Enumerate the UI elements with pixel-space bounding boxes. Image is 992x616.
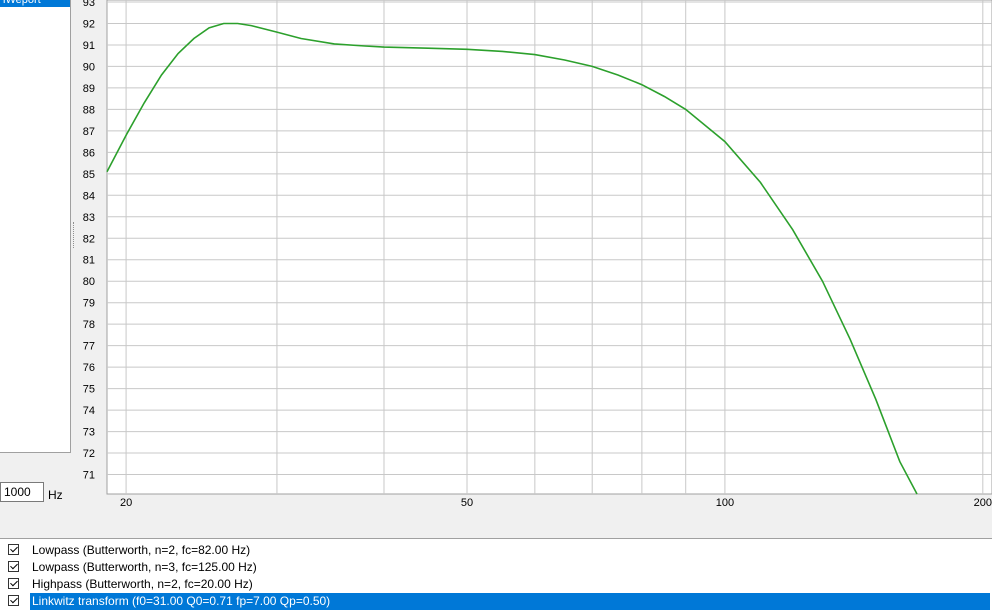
y-tick-label: 77	[83, 341, 95, 353]
y-tick-label: 93	[83, 0, 95, 9]
y-tick-label: 80	[83, 276, 95, 288]
y-tick-label: 85	[83, 169, 95, 181]
y-tick-label: 87	[83, 126, 95, 138]
y-tick-label: 84	[83, 190, 95, 202]
filter-row-linkwitz-transform[interactable]: Linkwitz transform (f0=31.00 Q0=0.71 fp=…	[4, 593, 990, 610]
filter-checkbox[interactable]	[8, 544, 19, 555]
y-tick-label: 78	[83, 319, 95, 331]
y-tick-label: 89	[83, 83, 95, 95]
filter-label: Linkwitz transform (f0=31.00 Q0=0.71 fp=…	[30, 593, 990, 610]
y-tick-label: 88	[83, 104, 95, 116]
plot-area	[106, 0, 992, 495]
filter-list[interactable]: Lowpass (Butterworth, n=2, fc=82.00 Hz) …	[0, 538, 992, 616]
y-tick-label: 71	[83, 470, 95, 482]
x-tick-label: 200	[974, 497, 992, 509]
filter-checkbox[interactable]	[8, 578, 19, 589]
y-tick-labels: 71 72 73 74 75 76 77 78 79 80 81 82 83 84 85 86 87 88 89 90…	[83, 0, 95, 482]
y-tick-label: 86	[83, 147, 95, 159]
filter-checkbox[interactable]	[8, 595, 19, 606]
y-tick-label: 73	[83, 427, 95, 439]
y-tick-label: 92	[83, 18, 95, 30]
y-tick-label: 79	[83, 298, 95, 310]
filter-label: Highpass (Butterworth, n=2, fc=20.00 Hz)	[32, 577, 253, 591]
frequency-response-chart: 71 72 73 74 75 76 77 78 79 80 81 82 83 84 85 86 87 88 89 90…	[83, 0, 992, 509]
y-tick-label: 91	[83, 40, 95, 52]
filter-label: Lowpass (Butterworth, n=2, fc=82.00 Hz)	[32, 543, 251, 557]
x-tick-label: 100	[716, 497, 734, 509]
y-tick-label: 74	[83, 405, 95, 417]
x-tick-label: 20	[120, 497, 132, 509]
y-tick-label: 76	[83, 362, 95, 374]
filter-row-lowpass-82[interactable]: Lowpass (Butterworth, n=2, fc=82.00 Hz)	[4, 542, 990, 559]
filter-label: Lowpass (Butterworth, n=3, fc=125.00 Hz)	[32, 560, 257, 574]
y-tick-label: 75	[83, 384, 95, 396]
y-tick-label: 82	[83, 233, 95, 245]
filter-row-lowpass-125[interactable]: Lowpass (Butterworth, n=3, fc=125.00 Hz)	[4, 559, 990, 576]
filter-checkbox[interactable]	[8, 561, 19, 572]
y-tick-label: 90	[83, 61, 95, 73]
y-tick-label: 81	[83, 255, 95, 267]
x-tick-labels: 20 50 100 200	[120, 497, 992, 509]
y-tick-label: 83	[83, 212, 95, 224]
y-tick-label: 72	[83, 448, 95, 460]
filter-row-highpass-20[interactable]: Highpass (Butterworth, n=2, fc=20.00 Hz)	[4, 576, 990, 593]
x-tick-label: 50	[461, 497, 473, 509]
